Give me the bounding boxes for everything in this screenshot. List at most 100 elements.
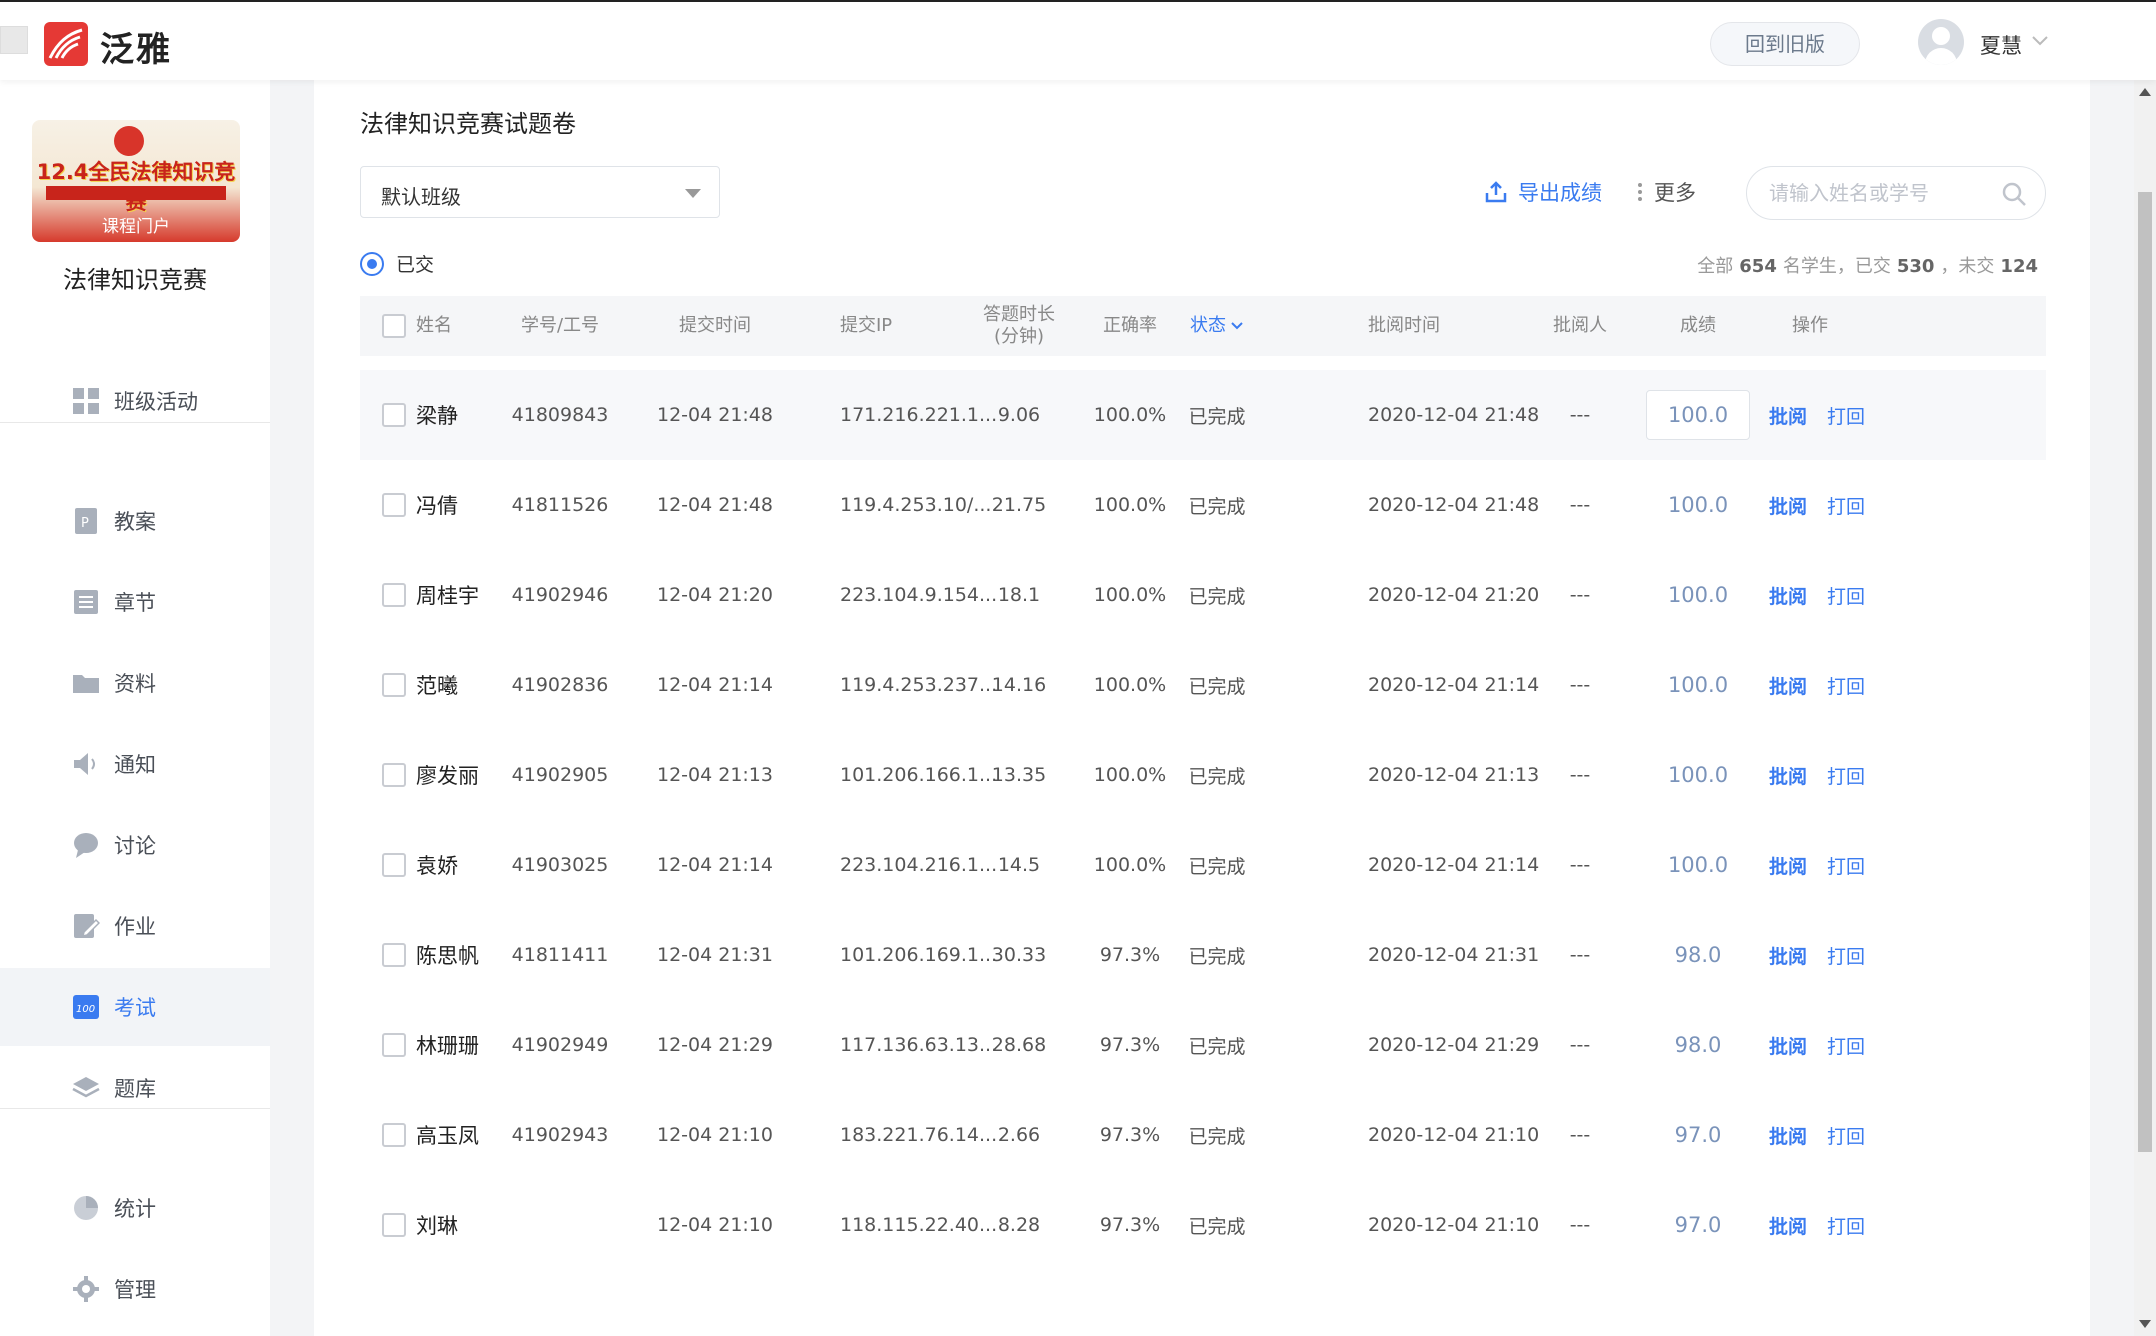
row-checkbox[interactable] xyxy=(382,763,406,787)
review-link[interactable]: 批阅 xyxy=(1760,910,1816,1000)
cell-score[interactable]: 98.0 xyxy=(1638,1000,1758,1090)
sidebar-item-materials[interactable]: 资料 xyxy=(0,644,270,722)
col-status-filter[interactable]: 状态 xyxy=(1182,296,1252,356)
scroll-down-arrow-icon[interactable] xyxy=(2139,1320,2151,1328)
sidebar-item-homework[interactable]: 作业 xyxy=(0,887,270,965)
col-duration: 答题时长 (分钟) xyxy=(960,296,1078,356)
more-button[interactable]: 更多 xyxy=(1638,176,1696,208)
cell-score[interactable]: 100.0 xyxy=(1638,460,1758,550)
cell-accuracy: 100.0% xyxy=(1093,764,1167,786)
cell-score[interactable]: 98.0 xyxy=(1638,910,1758,1000)
cell-status: 已完成 xyxy=(1188,765,1246,788)
cell-score[interactable]: 100.0 xyxy=(1638,550,1758,640)
search-icon[interactable] xyxy=(2001,181,2027,207)
summary-submitted: 530 xyxy=(1896,256,1935,277)
cell-score[interactable]: 100.0 xyxy=(1638,640,1758,730)
cell-score[interactable]: 97.0 xyxy=(1638,1090,1758,1180)
search-input[interactable] xyxy=(1769,179,1989,207)
row-checkbox[interactable] xyxy=(382,583,406,607)
review-link[interactable]: 批阅 xyxy=(1760,730,1816,820)
cell-duration: 9.06 xyxy=(997,404,1041,426)
course-banner[interactable]: 12.4全民法律知识竞赛 课程门户 xyxy=(32,120,240,242)
return-link[interactable]: 打回 xyxy=(1822,370,1870,460)
return-link[interactable]: 打回 xyxy=(1822,1090,1870,1180)
row-checkbox[interactable] xyxy=(382,943,406,967)
avatar[interactable] xyxy=(1918,19,1964,65)
scroll-thumb[interactable] xyxy=(2138,192,2152,1152)
sidebar-item-manage[interactable]: 管理 xyxy=(0,1250,270,1328)
review-link[interactable]: 批阅 xyxy=(1760,1090,1816,1180)
review-link[interactable]: 批阅 xyxy=(1760,820,1816,910)
cell-reviewer: --- xyxy=(1569,764,1591,786)
review-link[interactable]: 批阅 xyxy=(1760,640,1816,730)
sidebar-item-lesson-plan[interactable]: P 教案 xyxy=(0,482,270,560)
class-select-dropdown[interactable]: 默认班级 xyxy=(360,166,720,218)
export-scores-button[interactable]: 导出成绩 xyxy=(1484,176,1602,208)
row-checkbox[interactable] xyxy=(382,1213,406,1237)
return-link[interactable]: 打回 xyxy=(1822,460,1870,550)
cell-review-time: 2020-12-04 21:48 xyxy=(1368,404,1540,426)
return-link[interactable]: 打回 xyxy=(1822,1180,1870,1270)
sidebar-item-discussion[interactable]: 讨论 xyxy=(0,806,270,884)
select-all-checkbox[interactable] xyxy=(382,314,406,338)
window-checkbox[interactable] xyxy=(0,26,28,54)
cell-status: 已完成 xyxy=(1188,1035,1246,1058)
chevron-down-icon[interactable] xyxy=(2030,34,2050,48)
row-checkbox[interactable] xyxy=(382,853,406,877)
svg-text:100: 100 xyxy=(76,1004,95,1015)
fanya-logo-icon[interactable] xyxy=(44,22,88,66)
cell-score[interactable]: 97.0 xyxy=(1638,1180,1758,1270)
review-link[interactable]: 批阅 xyxy=(1760,460,1816,550)
submitted-radio[interactable] xyxy=(360,251,384,276)
export-scores-label: 导出成绩 xyxy=(1518,181,1602,205)
sidebar-item-class-activity[interactable]: 班级活动 xyxy=(0,362,270,440)
row-checkbox[interactable] xyxy=(382,1123,406,1147)
cell-reviewer: --- xyxy=(1569,1124,1591,1146)
summary-unsubmitted: 124 xyxy=(2000,256,2038,277)
sidebar-item-exam[interactable]: 100 考试 xyxy=(0,968,270,1046)
back-to-old-version-button[interactable]: 回到旧版 xyxy=(1710,22,1860,66)
review-link[interactable]: 批阅 xyxy=(1760,1000,1816,1090)
return-link[interactable]: 打回 xyxy=(1822,640,1870,730)
cell-submit-ip: 183.221.76.14... xyxy=(840,1124,998,1146)
cell-reviewer: --- xyxy=(1569,494,1591,516)
review-link[interactable]: 批阅 xyxy=(1760,1180,1816,1270)
review-link[interactable]: 批阅 xyxy=(1760,550,1816,640)
row-checkbox[interactable] xyxy=(382,673,406,697)
summary-prefix: 全部 xyxy=(1697,256,1734,277)
sidebar-item-notice[interactable]: 通知 xyxy=(0,725,270,803)
user-name[interactable]: 夏慧 xyxy=(1980,30,2022,60)
return-link[interactable]: 打回 xyxy=(1822,820,1870,910)
sidebar-item-chapter[interactable]: 章节 xyxy=(0,563,270,641)
cell-score[interactable]: 100.0 xyxy=(1638,730,1758,820)
summary-text: 名学生，已交 xyxy=(1782,256,1891,277)
cell-duration: 30.33 xyxy=(991,944,1047,966)
return-link[interactable]: 打回 xyxy=(1822,730,1870,820)
course-portal-link[interactable]: 课程门户 xyxy=(32,212,240,237)
cell-submit-ip: 223.104.216.1... xyxy=(840,854,998,876)
return-link[interactable]: 打回 xyxy=(1822,1000,1870,1090)
table-row: 高玉凤 41902943 12-04 21:10 183.221.76.14... 2.… xyxy=(360,1090,2046,1180)
return-link[interactable]: 打回 xyxy=(1822,910,1870,1000)
score-input[interactable]: 100.0 xyxy=(1646,390,1750,440)
row-checkbox[interactable] xyxy=(382,1033,406,1057)
return-link[interactable]: 打回 xyxy=(1822,550,1870,640)
more-vertical-icon xyxy=(1638,180,1642,204)
row-checkbox[interactable] xyxy=(382,403,406,427)
sidebar-item-question-bank[interactable]: 题库 xyxy=(0,1049,270,1127)
cell-reviewer: --- xyxy=(1569,404,1591,426)
row-checkbox[interactable] xyxy=(382,493,406,517)
sidebar-item-statistics[interactable]: 统计 xyxy=(0,1169,270,1247)
scrollbar[interactable] xyxy=(2134,80,2156,1336)
cell-status: 已完成 xyxy=(1188,855,1246,878)
sidebar-divider xyxy=(0,422,270,423)
submitted-filter[interactable]: 已交 xyxy=(360,250,434,277)
cell-score[interactable]: 100.0 xyxy=(1638,820,1758,910)
review-link[interactable]: 批阅 xyxy=(1760,370,1816,460)
cell-student-id: 41811526 xyxy=(511,494,609,516)
summary-text: ，未交 xyxy=(1940,256,1995,277)
sidebar: 12.4全民法律知识竞赛 课程门户 法律知识竞赛 班级活动 P 教案 章节 资料… xyxy=(0,80,270,1336)
cell-accuracy: 100.0% xyxy=(1093,494,1167,516)
scroll-up-arrow-icon[interactable] xyxy=(2139,88,2151,96)
cell-submit-time: 12-04 21:29 xyxy=(656,1034,773,1056)
